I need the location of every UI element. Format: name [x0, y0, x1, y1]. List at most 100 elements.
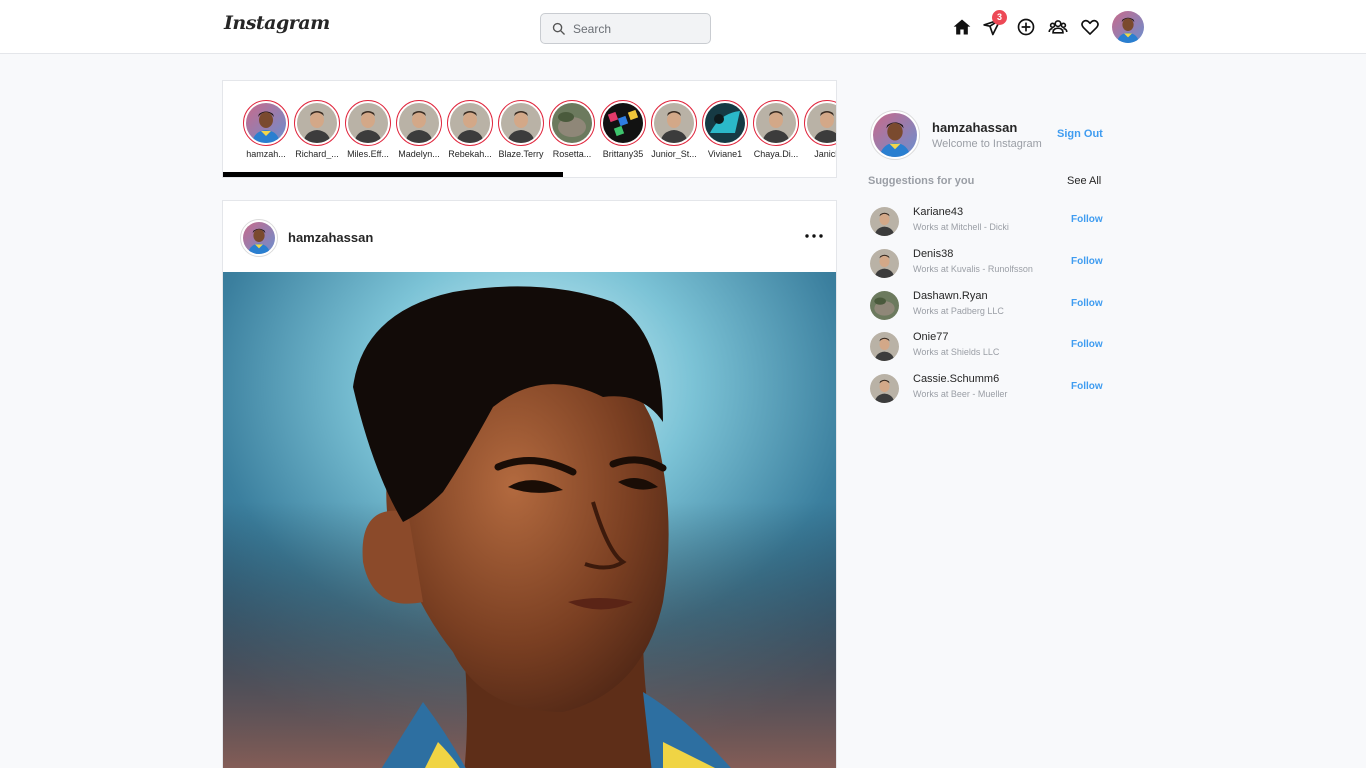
new-post-button[interactable] — [1014, 15, 1038, 39]
direct-messages-button[interactable]: 3 — [980, 10, 1007, 39]
story-item[interactable]: Brittany35 — [599, 100, 647, 159]
story-username: Viviane1 — [707, 149, 743, 159]
story-username: Rosetta... — [552, 149, 592, 159]
story-username: hamzah... — [246, 149, 286, 159]
avatar — [399, 103, 439, 143]
instagram-logo[interactable]: Instagram — [224, 12, 330, 34]
suggestion-workplace: Works at Mitchell - Dicki — [913, 222, 1009, 232]
avatar — [243, 222, 275, 254]
stories-scrollbar[interactable] — [223, 172, 563, 177]
story-item[interactable]: Viviane1 — [701, 100, 749, 159]
suggestion-item: Onie77 Works at Shields LLC Follow — [870, 331, 1105, 363]
avatar[interactable] — [870, 207, 899, 236]
story-item[interactable]: Janick — [803, 100, 837, 159]
suggestion-username[interactable]: Cassie.Schumm6 — [913, 373, 999, 385]
avatar — [246, 103, 286, 143]
story-item[interactable]: Madelyn... — [395, 100, 443, 159]
activity-button[interactable] — [1078, 15, 1102, 39]
follow-button[interactable]: Follow — [1071, 339, 1103, 350]
avatar — [297, 103, 337, 143]
avatar[interactable] — [870, 291, 899, 320]
suggestion-item: Cassie.Schumm6 Works at Beer - Mueller F… — [870, 373, 1105, 405]
story-ring — [549, 100, 595, 146]
follow-button[interactable]: Follow — [1071, 214, 1103, 225]
search-input[interactable] — [573, 21, 703, 36]
avatar — [873, 113, 917, 157]
story-username: Richard_... — [295, 149, 339, 159]
suggestion-item: Kariane43 Works at Mitchell - Dicki Foll… — [870, 206, 1105, 238]
story-item[interactable]: hamzah... — [242, 100, 290, 159]
search-box[interactable] — [540, 13, 711, 44]
messages-count-badge: 3 — [992, 10, 1007, 25]
post-image[interactable] — [223, 272, 837, 768]
story-username: Janick — [814, 149, 836, 159]
suggestion-username[interactable]: Denis38 — [913, 248, 953, 260]
suggestion-workplace: Works at Kuvalis - Runolfsson — [913, 264, 1033, 274]
avatar — [501, 103, 541, 143]
story-ring — [447, 100, 493, 146]
avatar[interactable] — [870, 249, 899, 278]
people-button[interactable] — [1046, 15, 1070, 39]
search-icon — [552, 22, 565, 35]
heart-icon — [1081, 19, 1099, 35]
avatar — [807, 103, 837, 143]
follow-button[interactable]: Follow — [1071, 256, 1103, 267]
avatar — [654, 103, 694, 143]
story-username: Madelyn... — [398, 149, 440, 159]
story-username: Junior_St... — [651, 149, 697, 159]
stories-tray: hamzah... Richard_... Miles.Eff... Madel… — [222, 80, 837, 178]
story-item[interactable]: Richard_... — [293, 100, 341, 159]
current-user-username[interactable]: hamzahassan — [932, 120, 1017, 135]
story-ring — [600, 100, 646, 146]
story-ring — [243, 100, 289, 146]
suggestion-username[interactable]: Onie77 — [913, 331, 948, 343]
follow-button[interactable]: Follow — [1071, 298, 1103, 309]
post-author-username[interactable]: hamzahassan — [288, 230, 373, 245]
suggestion-workplace: Works at Beer - Mueller — [913, 389, 1008, 399]
story-username: Blaze.Terry — [498, 149, 544, 159]
follow-button[interactable]: Follow — [1071, 381, 1103, 392]
story-ring — [804, 100, 837, 146]
avatar — [450, 103, 490, 143]
story-item[interactable]: Chaya.Di... — [752, 100, 800, 159]
see-all-link[interactable]: See All — [1067, 175, 1101, 187]
story-ring — [702, 100, 748, 146]
story-item[interactable]: Miles.Eff... — [344, 100, 392, 159]
profile-avatar[interactable] — [1112, 11, 1144, 43]
story-item[interactable]: Rosetta... — [548, 100, 596, 159]
story-username: Rebekah... — [448, 149, 492, 159]
avatar — [603, 103, 643, 143]
suggestion-workplace: Works at Padberg LLC — [913, 306, 1004, 316]
avatar — [705, 103, 745, 143]
story-item[interactable]: Junior_St... — [650, 100, 698, 159]
story-ring — [651, 100, 697, 146]
avatar[interactable] — [870, 374, 899, 403]
add-post-icon — [1017, 18, 1035, 36]
home-icon — [953, 19, 971, 35]
home-button[interactable] — [950, 15, 974, 39]
story-item[interactable]: Rebekah... — [446, 100, 494, 159]
post-author-avatar[interactable] — [240, 219, 278, 257]
suggestion-item: Dashawn.Ryan Works at Padberg LLC Follow — [870, 290, 1105, 322]
avatar — [552, 103, 592, 143]
welcome-text: Welcome to Instagram — [932, 138, 1042, 150]
more-horizontal-icon[interactable] — [803, 227, 825, 245]
story-username: Chaya.Di... — [753, 149, 799, 159]
story-ring — [294, 100, 340, 146]
story-ring — [345, 100, 391, 146]
current-user-avatar[interactable] — [870, 110, 920, 160]
story-username: Brittany35 — [602, 149, 644, 159]
feed-post: hamzahassan — [222, 200, 837, 768]
avatar[interactable] — [870, 332, 899, 361]
sign-out-button[interactable]: Sign Out — [1057, 128, 1103, 140]
story-ring — [753, 100, 799, 146]
story-ring — [396, 100, 442, 146]
suggestion-username[interactable]: Kariane43 — [913, 206, 963, 218]
story-item[interactable]: Blaze.Terry — [497, 100, 545, 159]
story-ring — [498, 100, 544, 146]
suggestions-heading: Suggestions for you — [868, 175, 975, 187]
suggestion-username[interactable]: Dashawn.Ryan — [913, 290, 988, 302]
story-username: Miles.Eff... — [347, 149, 389, 159]
avatar — [756, 103, 796, 143]
suggestion-item: Denis38 Works at Kuvalis - Runolfsson Fo… — [870, 248, 1105, 280]
